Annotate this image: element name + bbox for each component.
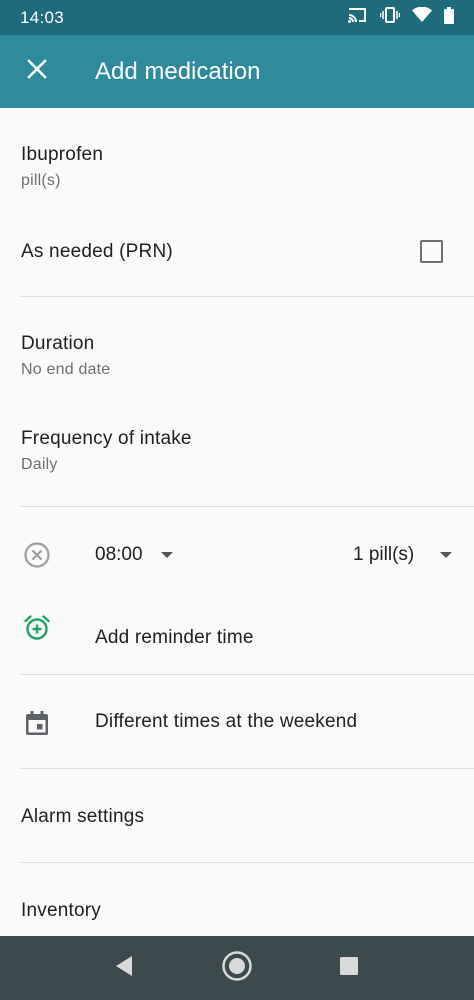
home-icon (221, 950, 253, 987)
weekend-times-row[interactable]: Different times at the weekend (0, 675, 474, 768)
inventory-row[interactable]: Inventory (0, 863, 474, 936)
medication-form: Ibuprofen pill(s) As needed (PRN) Durati… (0, 108, 474, 936)
alarm-add-icon (23, 614, 51, 642)
wifi-icon (412, 6, 432, 28)
medication-name-row[interactable]: Ibuprofen pill(s) (0, 108, 474, 210)
recents-icon (339, 956, 359, 981)
duration-row[interactable]: Duration No end date (0, 297, 474, 397)
alarm-settings-row[interactable]: Alarm settings (0, 769, 474, 862)
prn-checkbox[interactable] (420, 240, 443, 263)
inventory-label: Inventory (21, 900, 101, 921)
battery-icon (444, 6, 454, 29)
app-bar: Add medication (0, 35, 474, 108)
calendar-icon (23, 709, 51, 737)
vibrate-icon (379, 7, 401, 28)
frequency-row[interactable]: Frequency of intake Daily (0, 397, 474, 506)
duration-label: Duration (21, 333, 95, 354)
chevron-down-icon[interactable] (440, 552, 452, 558)
prn-row[interactable]: As needed (PRN) (0, 210, 474, 296)
home-button[interactable] (197, 936, 277, 1000)
recents-button[interactable] (309, 936, 389, 1000)
prn-label: As needed (PRN) (21, 241, 173, 262)
frequency-value: Daily (21, 456, 58, 473)
cast-icon (348, 7, 368, 28)
remove-reminder-icon[interactable] (23, 541, 51, 569)
medication-unit: pill(s) (21, 172, 61, 189)
medication-name: Ibuprofen (21, 144, 104, 165)
add-reminder-button[interactable]: Add reminder time (0, 603, 474, 673)
system-nav-bar (0, 936, 474, 1000)
close-icon (27, 59, 47, 84)
status-time: 14:03 (20, 7, 65, 27)
chevron-down-icon[interactable] (161, 552, 173, 558)
status-bar: 14:03 (0, 0, 474, 35)
reminder-time[interactable]: 08:00 (95, 544, 143, 566)
back-button[interactable] (84, 936, 164, 1000)
weekend-times-label: Different times at the weekend (95, 711, 358, 732)
close-button[interactable] (0, 35, 74, 108)
reminder-dose[interactable]: 1 pill(s) (353, 544, 414, 566)
add-reminder-label: Add reminder time (95, 627, 254, 648)
reminder-row: 08:00 1 pill(s) (0, 507, 474, 603)
duration-value: No end date (21, 361, 111, 378)
frequency-label: Frequency of intake (21, 428, 192, 449)
alarm-settings-label: Alarm settings (21, 806, 145, 827)
status-icons (348, 6, 454, 29)
page-title: Add medication (95, 57, 261, 85)
back-icon (114, 955, 134, 982)
